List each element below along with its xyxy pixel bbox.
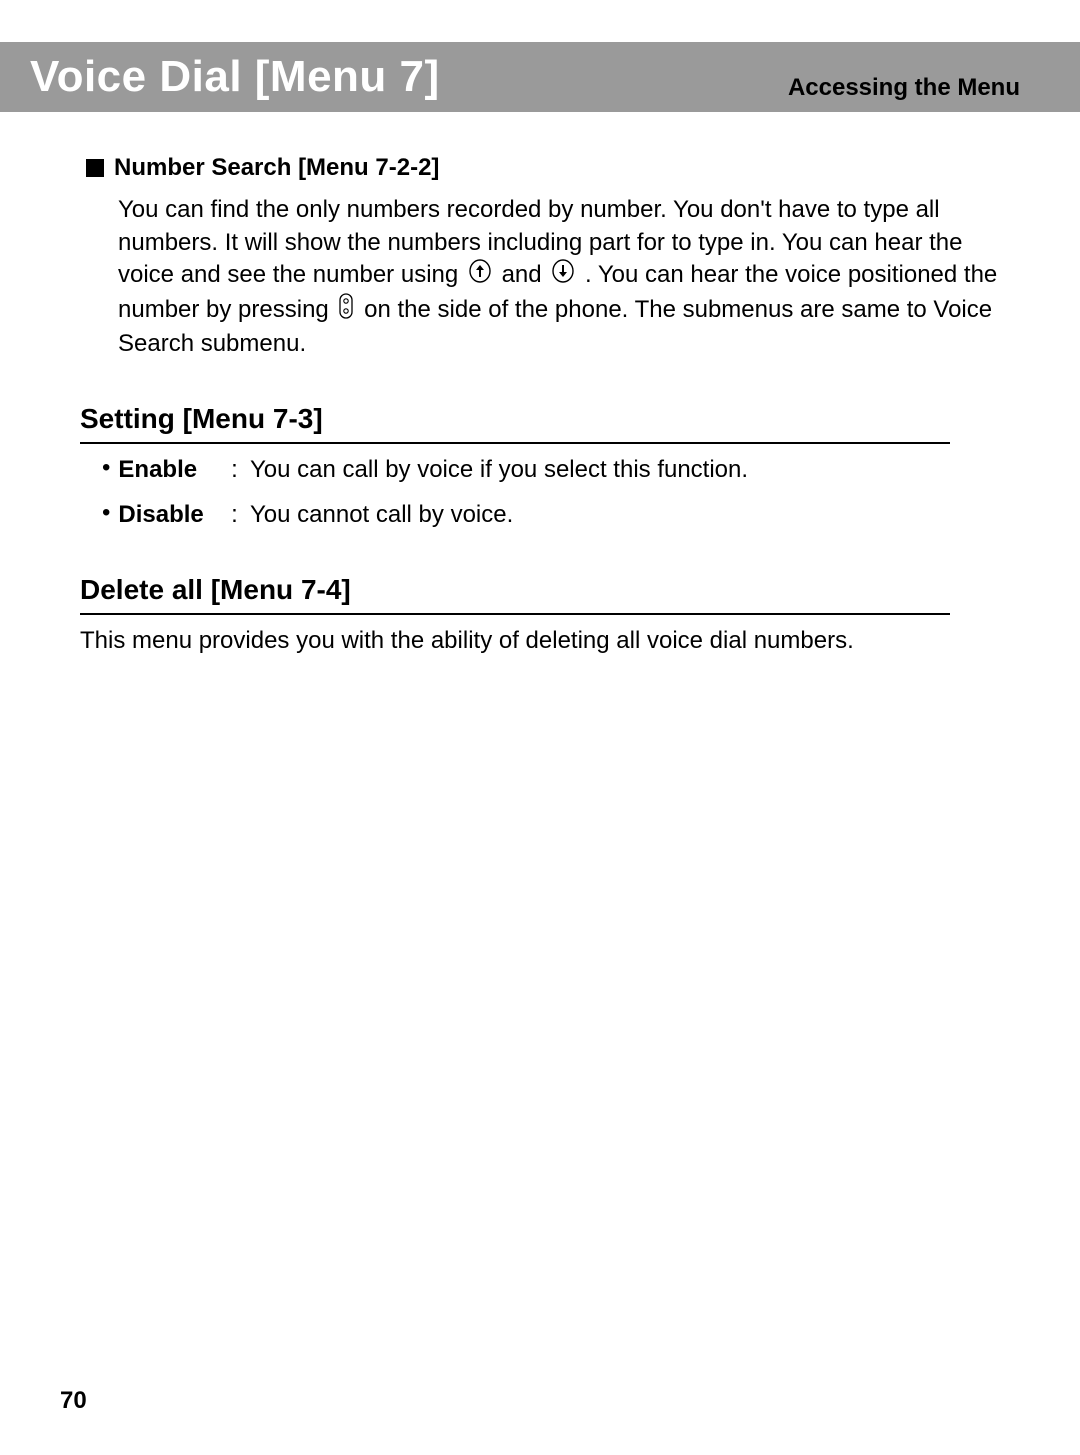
option-label: Enable xyxy=(118,454,218,486)
number-search-and: and xyxy=(502,261,549,288)
number-search-paragraph: You can find the only numbers recorded b… xyxy=(118,194,998,360)
option-description: You can call by voice if you select this… xyxy=(250,456,748,483)
page-title: Voice Dial [Menu 7] xyxy=(30,52,440,102)
up-arrow-icon xyxy=(469,259,491,292)
manual-page: Voice Dial [Menu 7] Accessing the Menu N… xyxy=(0,0,1080,1455)
list-item: • Enable : You can call by voice if you … xyxy=(102,454,1020,486)
setting-options-list: • Enable : You can call by voice if you … xyxy=(102,454,1020,531)
delete-all-paragraph: This menu provides you with the ability … xyxy=(80,625,950,657)
dot-bullet-icon: • xyxy=(102,454,110,483)
setting-heading: Setting [Menu 7-3] xyxy=(80,400,950,444)
side-key-icon xyxy=(339,293,353,328)
option-label: Disable xyxy=(118,499,218,531)
delete-all-heading: Delete all [Menu 7-4] xyxy=(80,571,950,615)
option-colon: : xyxy=(231,501,238,528)
square-bullet-icon xyxy=(86,159,104,177)
page-number: 70 xyxy=(60,1387,87,1415)
number-search-heading: Number Search [Menu 7-2-2] xyxy=(86,152,1020,184)
number-search-heading-text: Number Search [Menu 7-2-2] xyxy=(114,152,439,184)
dot-bullet-icon: • xyxy=(102,499,110,528)
down-arrow-icon xyxy=(552,259,574,292)
page-content: Number Search [Menu 7-2-2] You can find … xyxy=(80,112,1020,657)
breadcrumb: Accessing the Menu xyxy=(788,74,1020,102)
page-header-band: Voice Dial [Menu 7] Accessing the Menu xyxy=(0,42,1080,112)
option-colon: : xyxy=(231,456,238,483)
option-description: You cannot call by voice. xyxy=(250,501,513,528)
list-item: • Disable : You cannot call by voice. xyxy=(102,499,1020,531)
